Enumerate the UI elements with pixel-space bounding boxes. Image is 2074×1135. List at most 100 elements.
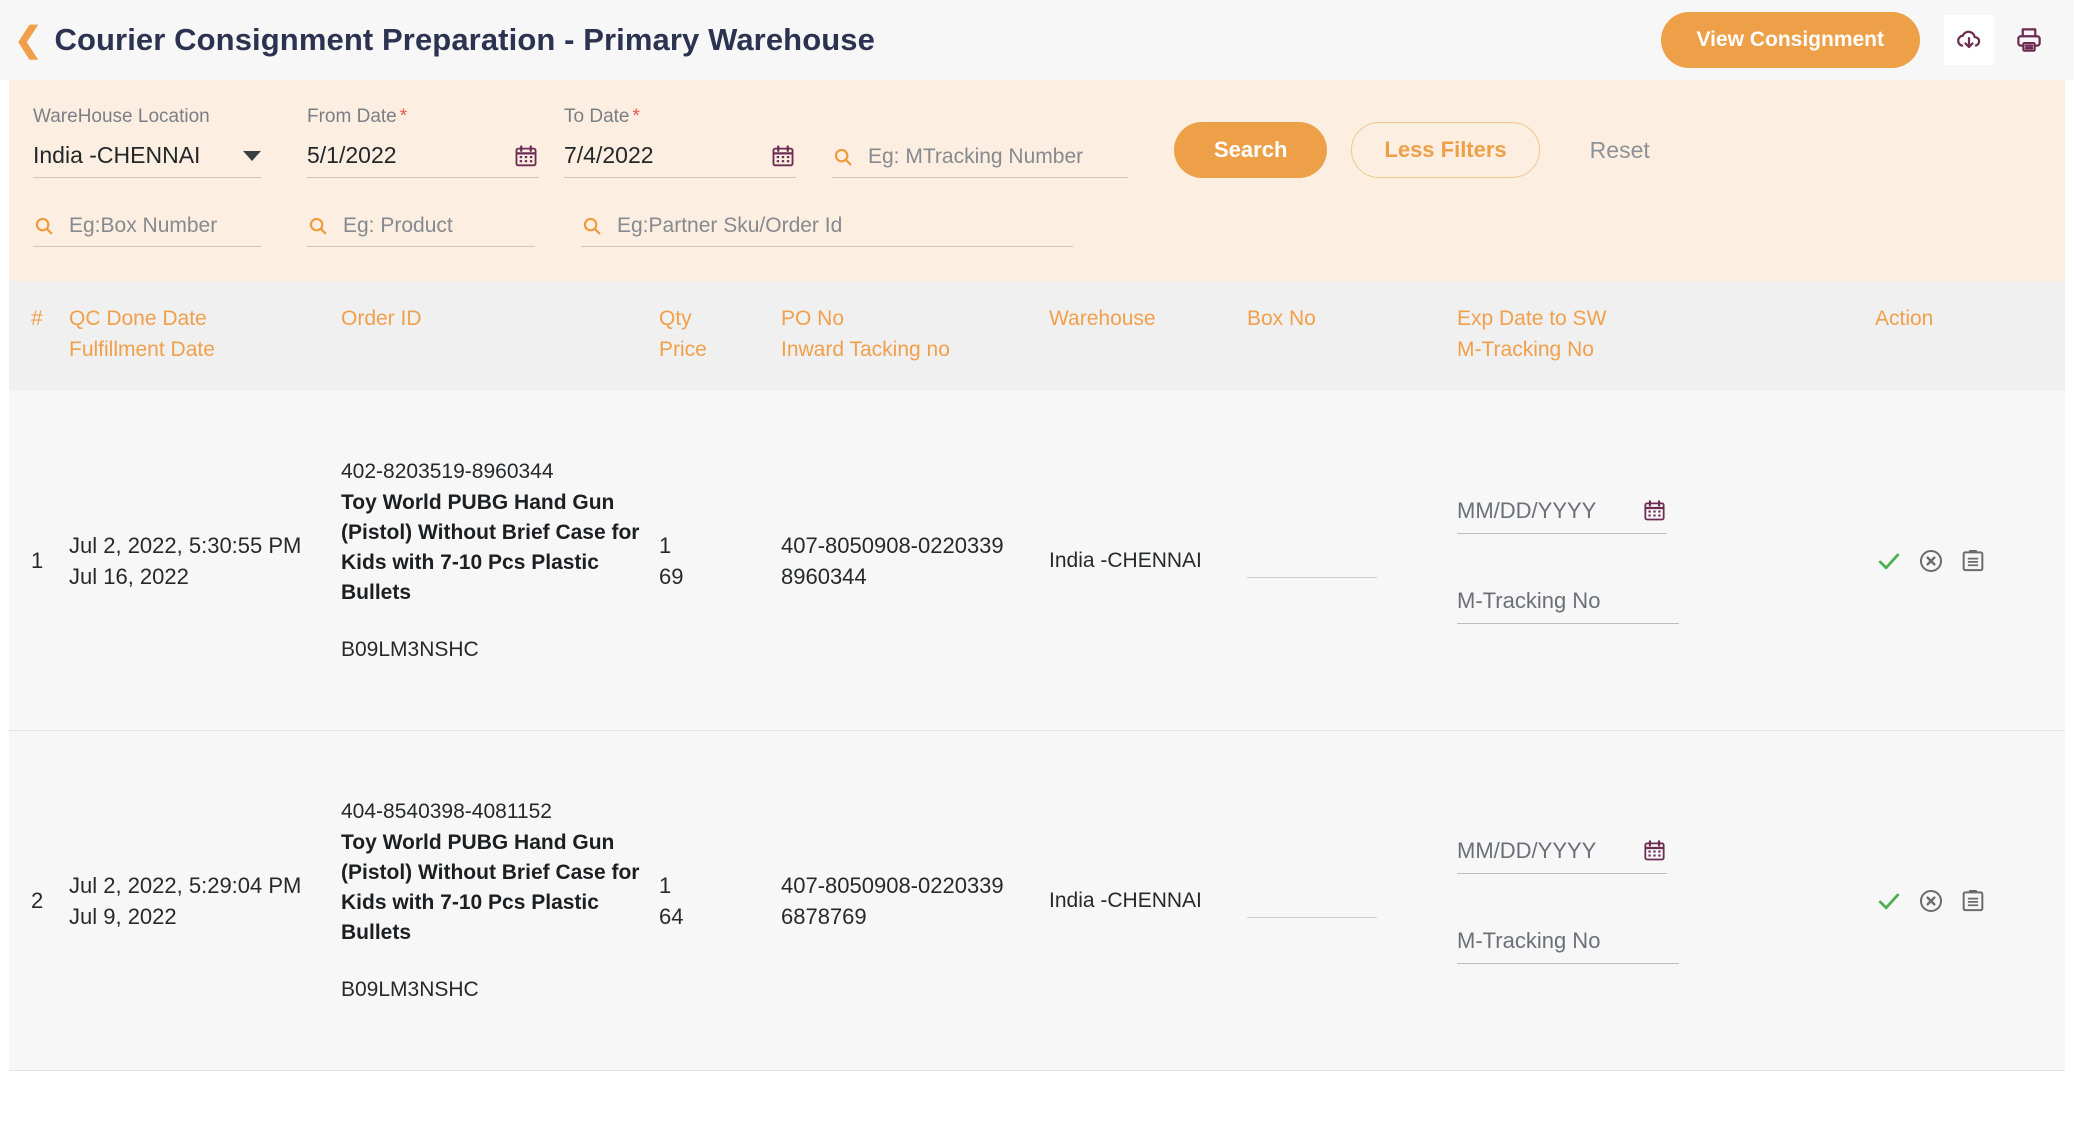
mtracking-number-field[interactable]: Eg: MTracking Number — [832, 109, 1128, 178]
cancel-button[interactable] — [1917, 887, 1945, 915]
circle-x-icon — [1919, 889, 1943, 912]
row-qc-done-date: Jul 2, 2022, 5:29:04 PM — [69, 872, 302, 898]
clipboard-icon — [1962, 889, 1984, 911]
column-header-inward-tracking: Inward Tacking no — [781, 338, 950, 361]
row-exp-date-placeholder: MM/DD/YYYY — [1457, 837, 1597, 863]
reset-button[interactable]: Reset — [1562, 123, 1678, 178]
row-exp-date-calendar-button[interactable] — [1642, 498, 1667, 523]
cloud-download-icon — [1957, 30, 1981, 49]
product-field[interactable]: Eg: Product — [307, 214, 535, 247]
view-consignment-button[interactable]: View Consignment — [1660, 12, 1920, 68]
cancel-button[interactable] — [1917, 547, 1945, 575]
to-date-field[interactable]: To Date * 7/4/2022 — [564, 106, 796, 178]
consignment-table: # QC Done Date Fulfillment Date Order ID… — [9, 281, 2065, 1071]
product-placeholder: Eg: Product — [343, 214, 453, 237]
column-header-fulfillment-date: Fulfillment Date — [69, 338, 215, 361]
approve-button[interactable] — [1875, 547, 1903, 575]
warehouse-location-value: India -CHENNAI — [33, 142, 201, 168]
required-asterisk: * — [399, 106, 408, 127]
warehouse-location-field[interactable]: WareHouse Location India -CHENNAI — [33, 106, 261, 178]
notes-button[interactable] — [1959, 547, 1987, 575]
calendar-icon — [1644, 840, 1665, 861]
row-m-tracking-placeholder: M-Tracking No — [1457, 927, 1601, 953]
column-header-po: PO No Inward Tacking no — [781, 303, 1049, 365]
page-title: Courier Consignment Preparation - Primar… — [54, 22, 875, 57]
app-page: ❮ Courier Consignment Preparation - Prim… — [0, 0, 2074, 1135]
search-icon — [581, 215, 603, 237]
filter-row-primary: WareHouse Location India -CHENNAI From D… — [33, 106, 2041, 178]
mtracking-spacer — [832, 109, 1128, 131]
mtracking-number-placeholder: Eg: MTracking Number — [868, 145, 1084, 168]
row-sku: B09LM3NSHC — [341, 637, 479, 661]
filter-panel: WareHouse Location India -CHENNAI From D… — [9, 80, 2065, 281]
row-box-no-input[interactable] — [1247, 544, 1377, 578]
row-qty: 1 — [659, 532, 672, 558]
row-order-id: 402-8203519-8960344 — [341, 459, 554, 483]
circle-x-icon — [1919, 549, 1943, 572]
from-date-label: From Date * — [307, 106, 539, 128]
column-header-order-id: Order ID — [341, 307, 422, 330]
search-icon — [307, 215, 329, 237]
column-header-exp-date-to-sw: Exp Date to SW — [1457, 307, 1607, 330]
search-icon — [33, 215, 55, 237]
to-date-label: To Date * — [564, 106, 796, 128]
row-m-tracking-field[interactable]: M-Tracking No — [1457, 588, 1875, 624]
check-icon — [1878, 553, 1900, 569]
table-header-row: # QC Done Date Fulfillment Date Order ID… — [9, 281, 2065, 391]
row-qc-done-date: Jul 2, 2022, 5:30:55 PM — [69, 532, 302, 558]
partner-sku-field[interactable]: Eg:Partner Sku/Order Id — [581, 214, 1073, 247]
row-exp-date-field[interactable]: MM/DD/YYYY — [1457, 838, 1875, 874]
less-filters-button[interactable]: Less Filters — [1351, 122, 1540, 178]
row-product-name: Toy World PUBG Hand Gun (Pistol) Without… — [341, 490, 640, 604]
row-index: 2 — [31, 888, 44, 913]
column-header-qty: Qty — [659, 307, 692, 330]
row-actions — [1875, 887, 2065, 915]
from-date-value: 5/1/2022 — [307, 142, 397, 168]
top-bar: ❮ Courier Consignment Preparation - Prim… — [0, 0, 2074, 80]
partner-sku-placeholder: Eg:Partner Sku/Order Id — [617, 214, 843, 237]
row-sku: B09LM3NSHC — [341, 977, 479, 1001]
filter-row-secondary: Eg:Box Number Eg: Product Eg:Partner Sku… — [33, 214, 2041, 247]
row-price: 69 — [659, 563, 684, 589]
chevron-left-icon[interactable]: ❮ — [14, 23, 43, 57]
column-header-qc-date: QC Done Date Fulfillment Date — [69, 303, 341, 365]
row-po-no: 407-8050908-0220339 — [781, 532, 1004, 558]
row-po-no: 407-8050908-0220339 — [781, 872, 1004, 898]
row-index: 1 — [31, 548, 44, 573]
approve-button[interactable] — [1875, 887, 1903, 915]
row-price: 64 — [659, 903, 684, 929]
chevron-down-icon[interactable] — [243, 150, 261, 161]
warehouse-location-label: WareHouse Location — [33, 106, 210, 127]
top-bar-actions: View Consignment — [1660, 12, 2054, 68]
download-button[interactable] — [1944, 15, 1994, 65]
search-button[interactable]: Search — [1174, 122, 1328, 178]
from-date-calendar-button[interactable] — [513, 143, 539, 169]
box-number-placeholder: Eg:Box Number — [69, 214, 218, 237]
page-bottom-spacer — [0, 1071, 2074, 1097]
table-row: 2 Jul 2, 2022, 5:29:04 PM Jul 9, 2022 40… — [9, 731, 2065, 1071]
calendar-icon — [772, 144, 794, 166]
search-icon — [832, 146, 854, 168]
to-date-calendar-button[interactable] — [770, 143, 796, 169]
from-date-field[interactable]: From Date * 5/1/2022 — [307, 106, 539, 178]
clipboard-icon — [1962, 549, 1984, 571]
row-warehouse: India -CHENNAI — [1049, 549, 1202, 572]
column-header-index: # — [31, 307, 43, 330]
row-exp-date-field[interactable]: MM/DD/YYYY — [1457, 498, 1875, 534]
row-warehouse: India -CHENNAI — [1049, 889, 1202, 912]
printer-icon — [2017, 28, 2041, 52]
notes-button[interactable] — [1959, 887, 1987, 915]
row-exp-date-calendar-button[interactable] — [1642, 838, 1667, 863]
column-header-po-no: PO No — [781, 307, 845, 330]
column-header-exp-date: Exp Date to SW M-Tracking No — [1457, 303, 1875, 365]
column-header-action: Action — [1875, 307, 1934, 330]
row-order-id: 404-8540398-4081152 — [341, 799, 552, 823]
column-header-qc-done-date: QC Done Date — [69, 307, 207, 330]
row-m-tracking-field[interactable]: M-Tracking No — [1457, 928, 1875, 964]
row-box-no-input[interactable] — [1247, 884, 1377, 918]
box-number-field[interactable]: Eg:Box Number — [33, 214, 261, 247]
row-fulfillment-date: Jul 9, 2022 — [69, 903, 177, 929]
to-date-value: 7/4/2022 — [564, 142, 654, 168]
print-button[interactable] — [2004, 15, 2054, 65]
check-icon — [1878, 893, 1900, 909]
